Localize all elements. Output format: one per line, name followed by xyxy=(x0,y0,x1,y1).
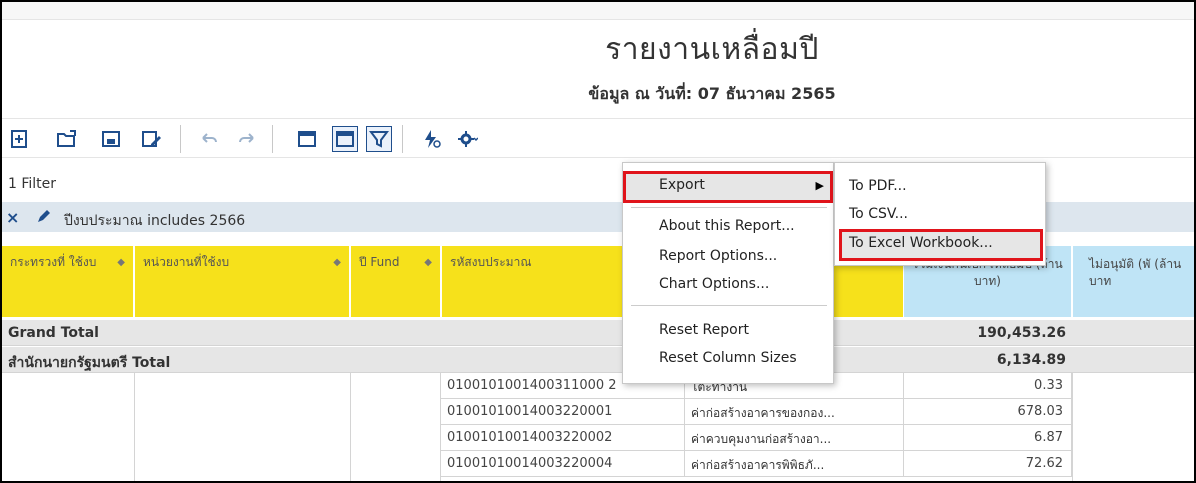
grand-total-row: Grand Total 190,453.26 xyxy=(2,320,1194,346)
export-to-pdf[interactable]: To PDF... xyxy=(835,173,1045,199)
undo-icon[interactable] xyxy=(196,126,222,152)
column-divider xyxy=(134,372,135,481)
filter-count-label: 1 Filter xyxy=(8,176,57,192)
edit-filter-icon[interactable] xyxy=(36,208,52,224)
menu-item-label: To CSV... xyxy=(849,206,908,222)
toolbar-divider xyxy=(272,125,273,153)
open-icon[interactable] xyxy=(54,126,80,152)
menu-item-label: Reset Report xyxy=(659,322,749,338)
submenu-arrow-icon: ▶ xyxy=(815,179,824,192)
column-header-label: ปี Fund xyxy=(359,255,400,269)
menu-item-label: Reset Column Sizes xyxy=(659,350,797,366)
menu-item-label: To Excel Workbook... xyxy=(849,235,993,251)
menu-item-chart-options[interactable]: Chart Options... xyxy=(623,271,833,297)
menu-item-report-options[interactable]: Report Options... xyxy=(623,243,833,269)
redo-icon[interactable] xyxy=(234,126,260,152)
amount-cell: 6.87 xyxy=(904,425,1072,451)
column-divider xyxy=(1072,372,1073,481)
menu-divider xyxy=(631,305,827,306)
report-toolbar xyxy=(2,118,1194,158)
flash-icon[interactable] xyxy=(418,126,444,152)
active-filter-label: ปีงบประมาณ includes 2566 xyxy=(64,213,246,229)
toolbar-divider xyxy=(402,125,403,153)
export-to-csv[interactable]: To CSV... xyxy=(835,201,1045,227)
column-header-not-approved[interactable]: ไม่อนุมัติ (พั (ล้านบาท xyxy=(1073,246,1194,317)
column-header-label: ไม่อนุมัติ (พั (ล้านบาท xyxy=(1089,257,1182,288)
menu-item-about-report[interactable]: About this Report... xyxy=(623,213,833,239)
subtotal-row: สำนักนายกรัฐมนตรี Total 6,134.89 xyxy=(2,347,1194,373)
column-divider xyxy=(350,372,351,481)
save-icon[interactable] xyxy=(98,126,124,152)
menu-divider xyxy=(631,207,827,208)
column-header-agency[interactable]: หน่วยงานที่ใช้งบ ◆ xyxy=(135,246,350,317)
menu-item-export[interactable]: Export ▶ xyxy=(623,171,833,203)
menu-item-label: To PDF... xyxy=(849,178,907,194)
save-as-icon[interactable] xyxy=(138,126,164,152)
sort-icon[interactable]: ◆ xyxy=(117,254,125,271)
budget-code-cell: 01001010014003220004 xyxy=(441,451,685,477)
column-header-label: หน่วยงานที่ใช้งบ xyxy=(143,255,230,269)
settings-icon[interactable] xyxy=(454,126,480,152)
top-strip xyxy=(2,2,1194,20)
column-header-fund-year[interactable]: ปี Fund ◆ xyxy=(351,246,441,317)
column-header-label: รหัสงบประมาณ xyxy=(450,255,532,269)
menu-item-label: Chart Options... xyxy=(659,276,770,292)
amount-cell: 678.03 xyxy=(904,399,1072,425)
budget-name-cell: ค่าก่อสร้างอาคารพิพิธภั... xyxy=(685,451,904,477)
menu-item-reset-column-sizes[interactable]: Reset Column Sizes xyxy=(623,345,833,371)
menu-item-label: Report Options... xyxy=(659,248,778,264)
toolbar-divider xyxy=(180,125,181,153)
report-subtitle: ข้อมูล ณ วันที่: 07 ธันวาคม 2565 xyxy=(588,84,836,103)
filter-icon[interactable] xyxy=(366,126,392,152)
budget-code-cell: 01001010014003220002 xyxy=(441,425,685,451)
report-title: รายงานเหลื่อมปี xyxy=(605,32,819,67)
menu-item-reset-report[interactable]: Reset Report xyxy=(623,317,833,343)
menu-item-label: Export xyxy=(659,177,705,193)
remove-filter-icon[interactable]: × xyxy=(6,208,19,227)
budget-code-cell: 01001010014003220001 xyxy=(441,399,685,425)
export-submenu: To PDF... To CSV... To Excel Workbook... xyxy=(834,162,1046,266)
grand-total-value: 190,453.26 xyxy=(977,325,1066,341)
table-view-icon[interactable] xyxy=(332,126,358,152)
column-header-label: กระทรวงที่ ใช้งบ xyxy=(10,255,97,269)
export-to-excel[interactable]: To Excel Workbook... xyxy=(839,229,1043,261)
sort-icon[interactable]: ◆ xyxy=(424,254,432,271)
subtotal-value: 6,134.89 xyxy=(996,352,1066,368)
column-header-ministry[interactable]: กระทรวงที่ ใช้งบ ◆ xyxy=(2,246,134,317)
new-report-icon[interactable] xyxy=(6,126,32,152)
grand-total-label: Grand Total xyxy=(8,325,99,341)
menu-item-label: About this Report... xyxy=(659,218,795,234)
amount-cell: 0.33 xyxy=(904,373,1072,399)
report-window: รายงานเหลื่อมปี ข้อมูล ณ วันที่: 07 ธันว… xyxy=(0,0,1196,483)
subtotal-label: สำนักนายกรัฐมนตรี Total xyxy=(8,355,171,371)
amount-cell: 72.62 xyxy=(904,451,1072,477)
sort-icon[interactable]: ◆ xyxy=(333,254,341,271)
layout-icon[interactable] xyxy=(294,126,320,152)
budget-name-cell: ค่าควบคุมงานก่อสร้างอา... xyxy=(685,425,904,451)
budget-name-cell: ค่าก่อสร้างอาคารของกอง... xyxy=(685,399,904,425)
report-context-menu: Export ▶ About this Report... Report Opt… xyxy=(622,162,834,384)
